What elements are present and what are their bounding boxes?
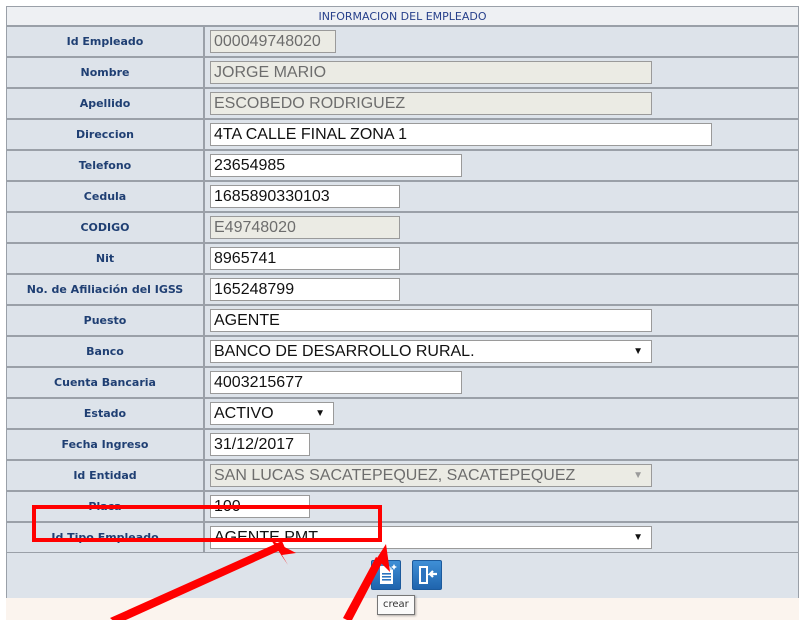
field-row-cuenta: Cuenta Bancaria 4003215677 xyxy=(6,367,799,398)
field-row-entidad: Id Entidad SAN LUCAS SACATEPEQUEZ, SACAT… xyxy=(6,460,799,491)
id-empleado-input[interactable]: 000049748020 xyxy=(210,30,336,53)
igss-input[interactable]: 165248799 xyxy=(210,278,400,301)
id-entidad-label: Id Entidad xyxy=(6,460,204,491)
field-row-id-empleado: Id Empleado 000049748020 xyxy=(6,26,799,57)
employee-fields-table: Id Empleado 000049748020 Nombre JORGE MA… xyxy=(6,26,799,553)
codigo-label: CODIGO xyxy=(6,212,204,243)
field-row-telefono: Telefono 23654985 xyxy=(6,150,799,181)
field-row-cedula: Cedula 1685890330103 xyxy=(6,181,799,212)
field-row-igss: No. de Afiliación del IGSS 165248799 xyxy=(6,274,799,305)
field-row-direccion: Direccion 4TA CALLE FINAL ZONA 1 xyxy=(6,119,799,150)
field-row-puesto: Puesto AGENTE xyxy=(6,305,799,336)
banco-select[interactable]: BANCO DE DESARROLLO RURAL. ▼ xyxy=(210,340,652,363)
puesto-input[interactable]: AGENTE xyxy=(210,309,652,332)
codigo-input[interactable]: E49748020 xyxy=(210,216,400,239)
cedula-label: Cedula xyxy=(6,181,204,212)
field-row-estado: Estado ACTIVO ▼ xyxy=(6,398,799,429)
puesto-label: Puesto xyxy=(6,305,204,336)
dropdown-arrow-icon: ▼ xyxy=(633,532,643,543)
id-entidad-select[interactable]: SAN LUCAS SACATEPEQUEZ, SACATEPEQUEZ ▼ xyxy=(210,464,652,487)
nit-label: Nit xyxy=(6,243,204,274)
dropdown-arrow-icon: ▼ xyxy=(633,346,643,357)
create-button[interactable] xyxy=(371,560,401,590)
fecha-ingreso-input[interactable]: 31/12/2017 xyxy=(210,433,310,456)
nombre-label: Nombre xyxy=(6,57,204,88)
cedula-input[interactable]: 1685890330103 xyxy=(210,185,400,208)
id-entidad-select-value: SAN LUCAS SACATEPEQUEZ, SACATEPEQUEZ xyxy=(214,467,576,484)
banco-select-value: BANCO DE DESARROLLO RURAL. xyxy=(214,343,475,360)
form-toolbar xyxy=(6,553,799,599)
exit-button[interactable] xyxy=(412,560,442,590)
field-row-codigo: CODIGO E49748020 xyxy=(6,212,799,243)
apellido-input[interactable]: ESCOBEDO RODRIGUEZ xyxy=(210,92,652,115)
dropdown-arrow-icon: ▼ xyxy=(633,470,643,481)
nit-input[interactable]: 8965741 xyxy=(210,247,400,270)
cuenta-bancaria-label: Cuenta Bancaria xyxy=(6,367,204,398)
banco-label: Banco xyxy=(6,336,204,367)
nombre-input[interactable]: JORGE MARIO xyxy=(210,61,652,84)
telefono-input[interactable]: 23654985 xyxy=(210,154,462,177)
direccion-label: Direccion xyxy=(6,119,204,150)
field-row-banco: Banco BANCO DE DESARROLLO RURAL. ▼ xyxy=(6,336,799,367)
estado-select[interactable]: ACTIVO ▼ xyxy=(210,402,334,425)
id-empleado-label: Id Empleado xyxy=(6,26,204,57)
field-row-fecha: Fecha Ingreso 31/12/2017 xyxy=(6,429,799,460)
highlight-box xyxy=(32,505,382,542)
apellido-label: Apellido xyxy=(6,88,204,119)
exit-door-icon xyxy=(419,566,437,584)
field-row-nombre: Nombre JORGE MARIO xyxy=(6,57,799,88)
form-title: INFORMACION DEL EMPLEADO xyxy=(6,6,799,26)
field-row-apellido: Apellido ESCOBEDO RODRIGUEZ xyxy=(6,88,799,119)
cuenta-bancaria-input[interactable]: 4003215677 xyxy=(210,371,462,394)
new-document-icon xyxy=(380,564,397,584)
fecha-ingreso-label: Fecha Ingreso xyxy=(6,429,204,460)
dropdown-arrow-icon: ▼ xyxy=(315,408,325,419)
estado-select-value: ACTIVO xyxy=(214,405,274,422)
field-row-nit: Nit 8965741 xyxy=(6,243,799,274)
telefono-label: Telefono xyxy=(6,150,204,181)
estado-label: Estado xyxy=(6,398,204,429)
create-tooltip: crear xyxy=(377,595,415,615)
igss-label: No. de Afiliación del IGSS xyxy=(6,274,204,305)
direccion-input[interactable]: 4TA CALLE FINAL ZONA 1 xyxy=(210,123,712,146)
